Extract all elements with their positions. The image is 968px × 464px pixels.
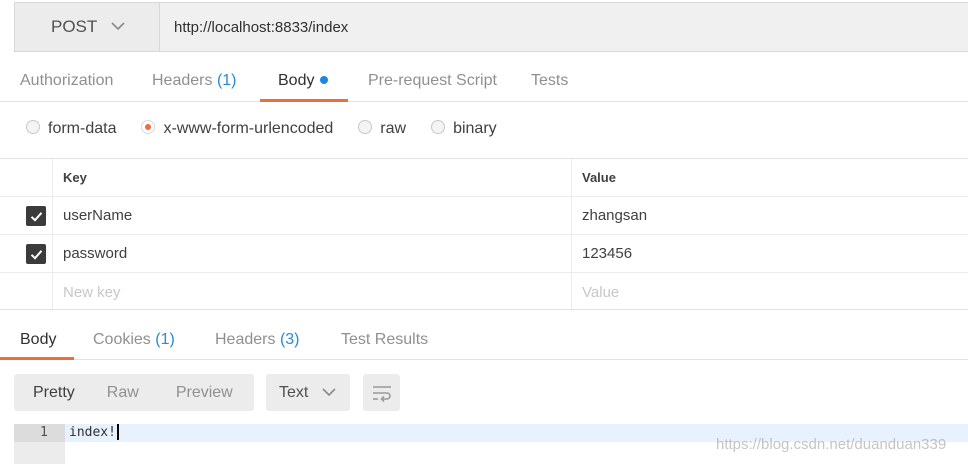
- tab-count: (1): [155, 331, 175, 348]
- new-value-placeholder: Value: [582, 283, 620, 301]
- new-value-input[interactable]: Value: [571, 273, 968, 311]
- tab-label: Cookies: [93, 331, 151, 348]
- key-cell[interactable]: password: [52, 235, 572, 272]
- new-key-placeholder: New key: [63, 283, 121, 301]
- url-input[interactable]: http://localhost:8833/index: [159, 2, 968, 52]
- tab-label: Pre-request Script: [368, 72, 497, 89]
- tab-body[interactable]: Body: [278, 72, 329, 102]
- tab-tests[interactable]: Tests: [531, 72, 568, 102]
- radio-label: x-www-form-urlencoded: [163, 120, 334, 137]
- checkmark-icon: [30, 249, 42, 260]
- view-mode-segmented-control: Pretty Raw Preview: [14, 374, 254, 411]
- radio-button[interactable]: [431, 120, 446, 134]
- checkmark-icon: [30, 211, 42, 222]
- url-text: http://localhost:8833/index: [174, 18, 349, 36]
- row-checkbox[interactable]: [26, 206, 46, 226]
- tab-label: Tests: [531, 72, 569, 89]
- format-select[interactable]: Text: [266, 374, 350, 411]
- radio-label: form-data: [48, 120, 117, 137]
- response-tab-test-results[interactable]: Test Results: [341, 331, 428, 349]
- tab-label: Test Results: [341, 331, 429, 348]
- chevron-down-icon: [111, 20, 125, 34]
- radio-label: binary: [453, 120, 497, 137]
- radio-label: raw: [380, 120, 407, 137]
- radio-button[interactable]: [26, 120, 40, 134]
- tab-label: Body: [20, 331, 57, 348]
- value-cell[interactable]: zhangsan: [571, 197, 968, 234]
- radio-form-data[interactable]: form-data: [26, 120, 116, 138]
- table-header-row: Key Value: [0, 159, 968, 197]
- text-caret: [116, 423, 119, 440]
- chevron-down-icon: [322, 386, 336, 400]
- table-row: userName zhangsan: [0, 197, 968, 235]
- code-text: index!: [69, 425, 116, 440]
- active-tab-indicator: [260, 99, 348, 102]
- line-number: 1: [14, 424, 65, 442]
- value-text: 123456: [582, 245, 633, 262]
- view-mode-pretty[interactable]: Pretty: [33, 384, 75, 402]
- modified-dot-icon: [320, 75, 329, 84]
- response-tab-body[interactable]: Body: [20, 331, 56, 349]
- body-type-selector: form-data x-www-form-urlencoded raw bina…: [26, 117, 522, 141]
- tab-authorization[interactable]: Authorization: [20, 72, 113, 102]
- tab-count: (3): [279, 331, 300, 348]
- tab-label: Headers: [152, 72, 213, 89]
- row-checkbox[interactable]: [26, 244, 46, 264]
- radio-raw[interactable]: raw: [358, 120, 406, 138]
- response-tabs: Body Cookies (1) Headers (3) Test Result…: [0, 322, 968, 360]
- tab-label: Headers: [215, 331, 276, 348]
- method-select[interactable]: POST: [14, 2, 159, 52]
- key-cell[interactable]: userName: [52, 197, 572, 234]
- active-tab-indicator: [0, 357, 74, 360]
- tab-pre-request-script[interactable]: Pre-request Script: [368, 72, 497, 102]
- key-text: password: [63, 245, 128, 262]
- method-label: POST: [51, 17, 98, 36]
- response-tab-cookies[interactable]: Cookies (1): [93, 331, 175, 349]
- tab-label: Authorization: [20, 72, 114, 89]
- wrap-lines-icon: [372, 385, 391, 402]
- key-column-header: Key: [52, 159, 572, 196]
- tab-count: (1): [216, 72, 237, 89]
- new-row: New key Value: [0, 273, 968, 311]
- key-text: userName: [63, 207, 133, 224]
- radio-button[interactable]: [358, 120, 373, 134]
- new-key-input[interactable]: New key: [52, 273, 572, 311]
- params-table: Key Value userName zhangsan password 123…: [0, 158, 968, 311]
- view-mode-preview[interactable]: Preview: [176, 384, 233, 402]
- format-label: Text: [279, 383, 309, 401]
- request-tabs: Authorization Headers (1) Body Pre-reque…: [0, 62, 968, 102]
- request-bar: POST http://localhost:8833/index: [14, 2, 968, 52]
- table-row: password 123456: [0, 235, 968, 273]
- view-mode-raw[interactable]: Raw: [107, 384, 139, 402]
- value-column-header: Value: [571, 159, 968, 196]
- radio-x-www-form-urlencoded[interactable]: x-www-form-urlencoded: [141, 120, 333, 138]
- radio-binary[interactable]: binary: [431, 120, 497, 138]
- response-tab-headers[interactable]: Headers (3): [215, 331, 300, 349]
- tab-label: Body: [278, 72, 315, 89]
- radio-button-selected[interactable]: [141, 120, 156, 134]
- tab-headers[interactable]: Headers (1): [152, 72, 237, 102]
- watermark: https://blog.csdn.net/duanduan339: [716, 436, 947, 453]
- value-text: zhangsan: [582, 207, 648, 224]
- wrap-lines-button[interactable]: [363, 374, 400, 411]
- value-cell[interactable]: 123456: [571, 235, 968, 272]
